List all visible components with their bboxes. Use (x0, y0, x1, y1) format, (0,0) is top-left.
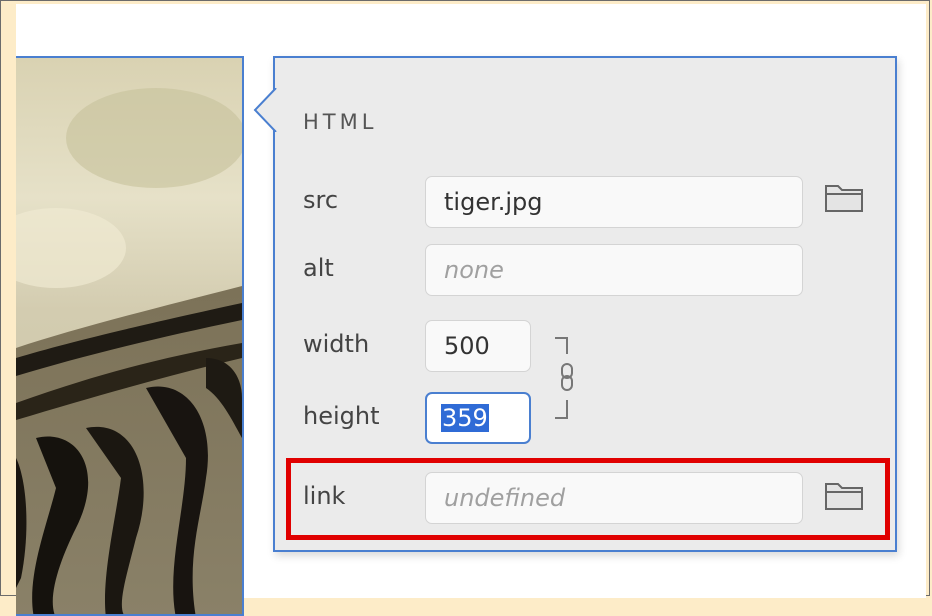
editor-canvas: HTML src tiger.jpg alt none width 500 he… (16, 4, 926, 616)
height-input[interactable]: 359 (425, 392, 531, 444)
alt-input[interactable]: none (425, 244, 803, 296)
link-label: link (303, 482, 346, 510)
width-input[interactable]: 500 (425, 320, 531, 372)
height-label: height (303, 402, 380, 430)
width-label: width (303, 330, 370, 358)
panel-title: HTML (303, 110, 378, 134)
src-folder-icon[interactable] (823, 180, 865, 214)
selected-image[interactable] (16, 56, 244, 616)
image-properties-panel: HTML src tiger.jpg alt none width 500 he… (253, 56, 897, 552)
tiger-photo (16, 58, 242, 614)
panel-pointer (253, 88, 277, 132)
height-value-selected: 359 (441, 404, 489, 432)
link-input[interactable]: undefined (425, 472, 803, 524)
alt-label: alt (303, 254, 334, 282)
link-folder-icon[interactable] (823, 478, 865, 512)
aspect-ratio-lock-chain-icon[interactable] (549, 334, 583, 426)
src-input[interactable]: tiger.jpg (425, 176, 803, 228)
src-label: src (303, 186, 339, 214)
